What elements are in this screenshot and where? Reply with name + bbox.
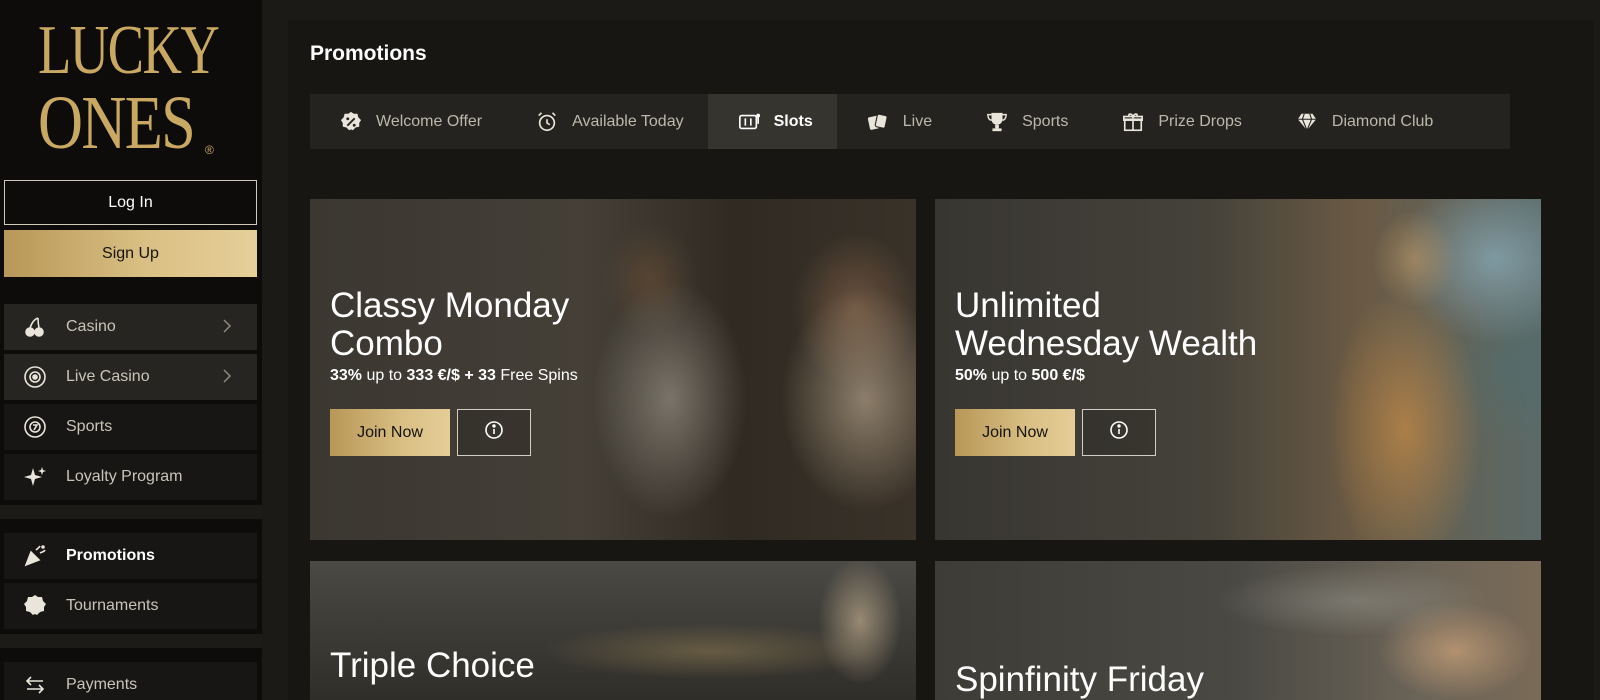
offer-free-spins: Free Spins (500, 367, 578, 384)
sidebar-item-sports[interactable]: Sports (4, 404, 257, 450)
promo-card-spinfinity-friday: Spinfinity Friday (935, 561, 1541, 700)
info-icon (484, 420, 504, 445)
sidebar-item-payments[interactable]: Payments (4, 662, 257, 700)
sidebar: LUCKY ONES ® Log In Sign Up Casino Live … (0, 0, 262, 700)
percent-badge-icon (340, 111, 362, 133)
promo-title-line-1: Unlimited (955, 286, 1101, 325)
registered-mark: ® (205, 143, 214, 157)
tab-label: Live (902, 112, 933, 130)
offer-connector: up to (362, 367, 407, 384)
promo-card-title: Spinfinity Friday (955, 660, 1204, 699)
sidebar-divider (0, 505, 262, 519)
promo-offer-text: 33% up to 333 €/$ + 33 Free Spins (330, 367, 578, 385)
tab-sports[interactable]: Sports (956, 94, 1092, 149)
tab-live[interactable]: Live (837, 94, 956, 149)
sidebar-item-label: Payments (66, 676, 138, 693)
sports-ball-icon (22, 414, 48, 440)
sidebar-item-label: Loyalty Program (66, 468, 183, 485)
cards-icon (867, 111, 889, 133)
info-icon (1109, 420, 1129, 445)
promo-title-line-1: Classy Monday (330, 286, 570, 325)
promo-card-title: Triple Choice (330, 646, 535, 685)
promo-card-title: Unlimited Wednesday Wealth (955, 287, 1257, 363)
diamond-icon (1296, 111, 1318, 133)
join-now-button[interactable]: Join Now (955, 409, 1075, 456)
sidebar-item-promotions[interactable]: Promotions (4, 533, 257, 579)
promo-card-unlimited-wednesday: Unlimited Wednesday Wealth 50% up to 500… (935, 199, 1541, 540)
promo-title-line-2: Wednesday Wealth (955, 324, 1258, 363)
promo-card-classy-monday: Classy Monday Combo 33% up to 333 €/$ + … (310, 199, 916, 540)
promo-offer-text: 50% up to 500 €/$ (955, 367, 1085, 385)
sidebar-item-label: Casino (66, 318, 116, 335)
badge-ribbon-icon (22, 593, 48, 619)
offer-connector: up to (987, 367, 1032, 384)
promo-card-title: Classy Monday Combo (330, 287, 569, 363)
promotion-tabs: Welcome Offer Available Today Slots Live… (310, 94, 1510, 149)
sidebar-item-label: Live Casino (66, 368, 150, 385)
chevron-right-icon (219, 368, 235, 384)
tab-label: Slots (773, 112, 813, 130)
party-popper-icon (22, 543, 48, 569)
tab-welcome-offer[interactable]: Welcome Offer (310, 94, 506, 149)
sidebar-item-loyalty-program[interactable]: Loyalty Program (4, 454, 257, 500)
sidebar-item-tournaments[interactable]: Tournaments (4, 583, 257, 629)
slot-machine-icon (738, 111, 760, 133)
main-content: Promotions Welcome Offer Available Today (288, 20, 1594, 700)
sparkle-icon (22, 464, 48, 490)
promo-card-triple-choice: Triple Choice (310, 561, 916, 700)
info-button[interactable] (457, 409, 531, 456)
info-button[interactable] (1082, 409, 1156, 456)
tab-slots[interactable]: Slots (707, 94, 837, 149)
chevron-right-icon (219, 318, 235, 334)
offer-amount: 333 €/$ (406, 367, 460, 384)
tab-label: Welcome Offer (376, 112, 483, 130)
tab-available-today[interactable]: Available Today (506, 94, 708, 149)
sidebar-divider (0, 634, 262, 648)
logo-line-1: LUCKY (38, 12, 220, 89)
offer-amount: 500 €/$ (1031, 367, 1085, 384)
sidebar-item-casino[interactable]: Casino (4, 304, 257, 350)
offer-spins-count: + 33 (459, 367, 501, 384)
trophy-icon (986, 111, 1008, 133)
offer-percent: 50% (955, 367, 988, 384)
join-now-button[interactable]: Join Now (330, 409, 450, 456)
page-title: Promotions (310, 42, 427, 65)
logo-line-2: ONES (38, 81, 196, 165)
casino-chip-icon (22, 364, 48, 390)
cherries-icon (22, 314, 48, 340)
offer-percent: 33% (330, 367, 363, 384)
tab-label: Sports (1022, 112, 1069, 130)
tab-label: Diamond Club (1331, 112, 1434, 130)
gift-icon (1122, 111, 1144, 133)
tab-label: Available Today (572, 112, 684, 130)
sidebar-item-label: Tournaments (66, 597, 159, 614)
login-button[interactable]: Log In (4, 180, 257, 225)
signup-button[interactable]: Sign Up (4, 230, 257, 277)
promo-title-line-2: Combo (330, 324, 443, 363)
lucky-ones-logo[interactable]: LUCKY ONES ® (38, 12, 228, 165)
sidebar-item-live-casino[interactable]: Live Casino (4, 354, 257, 400)
tab-label: Prize Drops (1158, 112, 1242, 130)
tab-prize-drops[interactable]: Prize Drops (1092, 94, 1266, 149)
sidebar-item-label: Promotions (66, 547, 155, 564)
arrows-icon (22, 672, 48, 698)
sidebar-item-label: Sports (66, 418, 113, 435)
alarm-clock-icon (536, 111, 558, 133)
tab-diamond-club[interactable]: Diamond Club (1266, 94, 1457, 149)
